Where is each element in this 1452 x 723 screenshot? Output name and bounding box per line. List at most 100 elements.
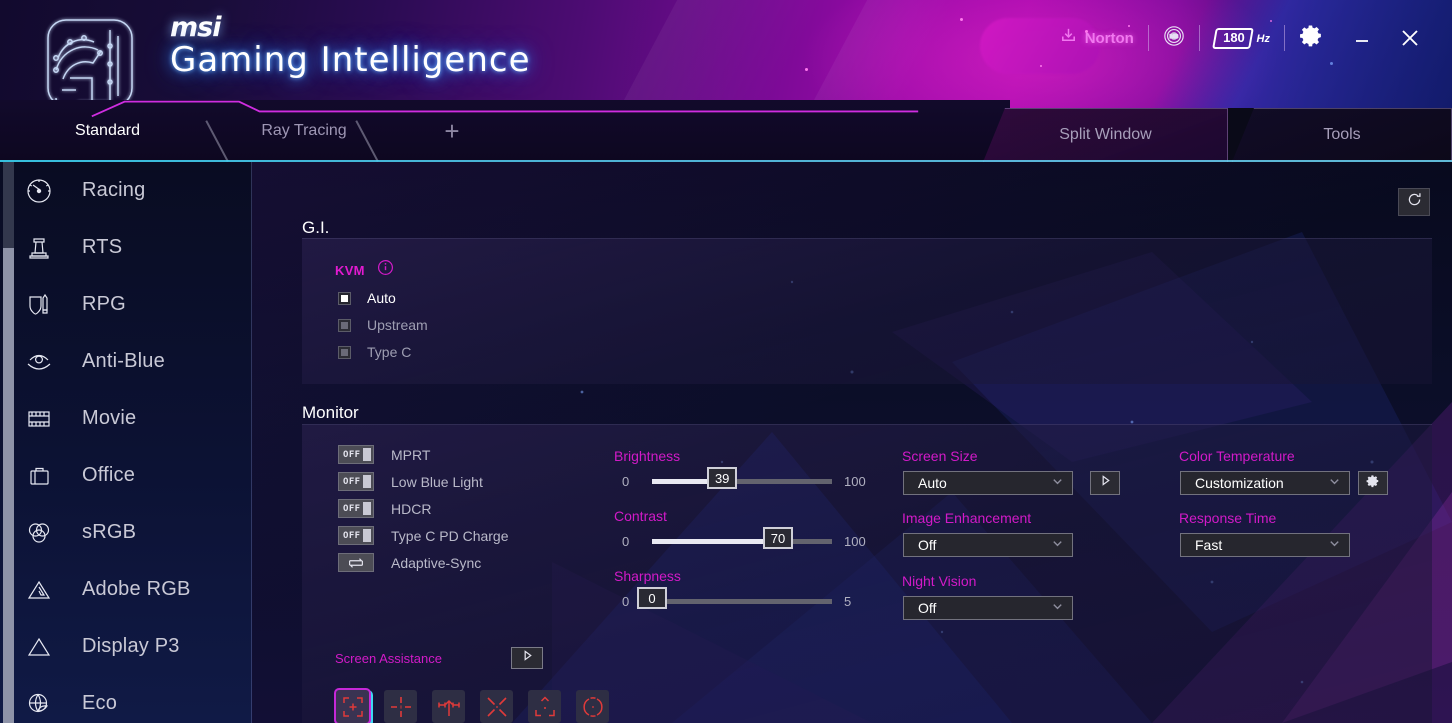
tab-ray-tracing-label: Ray Tracing	[261, 122, 347, 139]
sidebar-item-eco[interactable]: Eco	[0, 675, 251, 723]
crosshair-option-bracket-plus[interactable]	[336, 690, 369, 723]
crosshair-option-corners-dot[interactable]	[528, 690, 561, 723]
tab-standard[interactable]: Standard	[30, 100, 185, 162]
toggle-row-hdcr[interactable]: OFF HDCR	[338, 499, 431, 518]
speedometer-icon	[22, 174, 56, 208]
sidebar-item-racing[interactable]: Racing	[0, 162, 251, 219]
toggle-row-low-blue-light[interactable]: OFF Low Blue Light	[338, 472, 483, 491]
slider-value-bubble[interactable]: 39	[707, 467, 738, 489]
sidebar-item-anti-blue[interactable]: Anti-Blue	[0, 333, 251, 390]
add-tab-label: +	[444, 115, 460, 146]
slider-track[interactable]: 0	[637, 587, 832, 609]
briefcase-icon	[22, 459, 56, 493]
chess-rook-icon	[22, 231, 56, 265]
slider-contrast[interactable]: 0 70 100	[622, 527, 866, 549]
slider-sharpness[interactable]: 0 0 5	[622, 587, 862, 609]
minimize-button[interactable]	[1338, 17, 1386, 59]
crosshair-option-x-dot[interactable]	[480, 690, 513, 723]
sidebar-item-label: Racing	[82, 179, 146, 201]
reset-circular-arrow-icon	[1406, 191, 1423, 213]
kvm-label: KVM	[335, 262, 365, 278]
add-tab-button[interactable]: +	[427, 100, 477, 162]
toggle-off-icon[interactable]: OFF	[338, 526, 374, 545]
app-window: msi Gaming Intelligence Norton RGB 180 H…	[0, 0, 1452, 723]
sidebar-item-display-p3[interactable]: Display P3	[0, 618, 251, 675]
download-icon	[1059, 26, 1078, 50]
sidebar-item-label: sRGB	[82, 521, 137, 543]
tab-bar: Standard Ray Tracing + Split Window Tool…	[0, 100, 1452, 162]
slider-max-label: 100	[844, 534, 866, 549]
brand-msi: msi	[170, 12, 221, 43]
slider-value-bubble[interactable]: 0	[637, 587, 667, 609]
dropdown-value: Off	[918, 600, 937, 616]
toggle-off-icon[interactable]: OFF	[338, 472, 374, 491]
slider-brightness[interactable]: 0 39 100	[622, 467, 866, 489]
tab-tools[interactable]: Tools	[1232, 108, 1452, 162]
dropdown-screen-size[interactable]: Auto	[903, 471, 1073, 495]
adaptive-sync-arrows-icon[interactable]	[338, 553, 374, 572]
toggle-row-mprt[interactable]: OFF MPRT	[338, 445, 430, 464]
reset-button[interactable]	[1398, 188, 1430, 216]
crosshair-option-circle-dot[interactable]	[576, 690, 609, 723]
toggle-row-type-c-pd-charge[interactable]: OFF Type C PD Charge	[338, 526, 509, 545]
checkbox-icon[interactable]	[338, 345, 351, 359]
dropdown-label-color-temperature: Color Temperature	[1179, 448, 1295, 464]
sidebar-item-rpg[interactable]: RPG	[0, 276, 251, 333]
screen-size-preview-button[interactable]	[1090, 471, 1120, 495]
slider-track[interactable]: 70	[652, 527, 832, 549]
hz-unit: Hz	[1256, 32, 1270, 45]
kvm-option-upstream[interactable]: Upstream	[338, 317, 428, 333]
crosshair-option-arrow-up[interactable]	[432, 690, 465, 723]
toggle-off-icon[interactable]: OFF	[338, 445, 374, 464]
dropdown-value: Auto	[918, 475, 947, 491]
norton-button[interactable]: Norton	[1045, 20, 1148, 56]
dropdown-response-time[interactable]: Fast	[1180, 533, 1350, 557]
color-temperature-settings-button[interactable]	[1358, 471, 1388, 495]
sidebar-item-movie[interactable]: Movie	[0, 390, 251, 447]
sidebar-item-adobe-rgb[interactable]: Adobe RGB	[0, 561, 251, 618]
tab-split-window[interactable]: Split Window	[983, 108, 1228, 162]
tab-tools-label: Tools	[1323, 126, 1361, 143]
gear-icon	[1299, 23, 1324, 53]
slider-min-label: 0	[622, 474, 630, 489]
tab-split-window-label: Split Window	[1059, 126, 1152, 143]
sidebar-item-label: Movie	[82, 407, 137, 429]
checkbox-icon[interactable]	[338, 318, 351, 332]
close-button[interactable]	[1386, 17, 1434, 59]
toggle-off-icon[interactable]: OFF	[338, 499, 374, 518]
play-icon	[521, 649, 534, 667]
sidebar-item-rts[interactable]: RTS	[0, 219, 251, 276]
dropdown-value: Off	[918, 537, 937, 553]
kvm-option-type-c[interactable]: Type C	[338, 344, 411, 360]
screen-assistance-preview-button[interactable]	[511, 647, 543, 669]
kvm-option-label: Type C	[367, 344, 412, 360]
sidebar-item-label: Office	[82, 464, 136, 486]
dropdown-image-enhancement[interactable]: Off	[903, 533, 1073, 557]
sidebar-item-office[interactable]: Office	[0, 447, 251, 504]
dropdown-label-night-vision: Night Vision	[902, 573, 977, 589]
kvm-option-auto[interactable]: Auto	[338, 290, 396, 306]
toggle-label: Type C PD Charge	[391, 527, 509, 544]
play-icon	[1099, 474, 1112, 492]
rgb-button[interactable]: RGB	[1149, 20, 1199, 56]
slider-value-bubble[interactable]: 70	[763, 527, 793, 549]
slider-track[interactable]: 39	[652, 467, 832, 489]
toggle-label: MPRT	[391, 446, 431, 463]
monitor-section-title: Monitor	[302, 403, 359, 422]
tab-standard-label: Standard	[75, 122, 140, 139]
norton-label: Norton	[1084, 29, 1134, 47]
dropdown-color-temperature[interactable]: Customization	[1180, 471, 1350, 495]
checkbox-icon[interactable]	[338, 291, 351, 305]
sidebar-item-srgb[interactable]: sRGB	[0, 504, 251, 561]
tab-ray-tracing[interactable]: Ray Tracing	[230, 100, 378, 162]
sidebar-item-label: Adobe RGB	[82, 578, 191, 600]
globe-leaf-icon	[22, 687, 56, 721]
chevron-down-icon	[1051, 600, 1064, 616]
dropdown-night-vision[interactable]: Off	[903, 596, 1073, 620]
refresh-rate-button[interactable]: 180 Hz	[1200, 20, 1284, 56]
brand-gaming-intelligence: Gaming Intelligence	[170, 40, 531, 80]
toggle-row-adaptive-sync[interactable]: Adaptive-Sync	[338, 553, 481, 572]
crosshair-option-dashed-cross[interactable]	[384, 690, 417, 723]
settings-button[interactable]	[1285, 20, 1338, 56]
info-icon[interactable]	[377, 259, 394, 281]
